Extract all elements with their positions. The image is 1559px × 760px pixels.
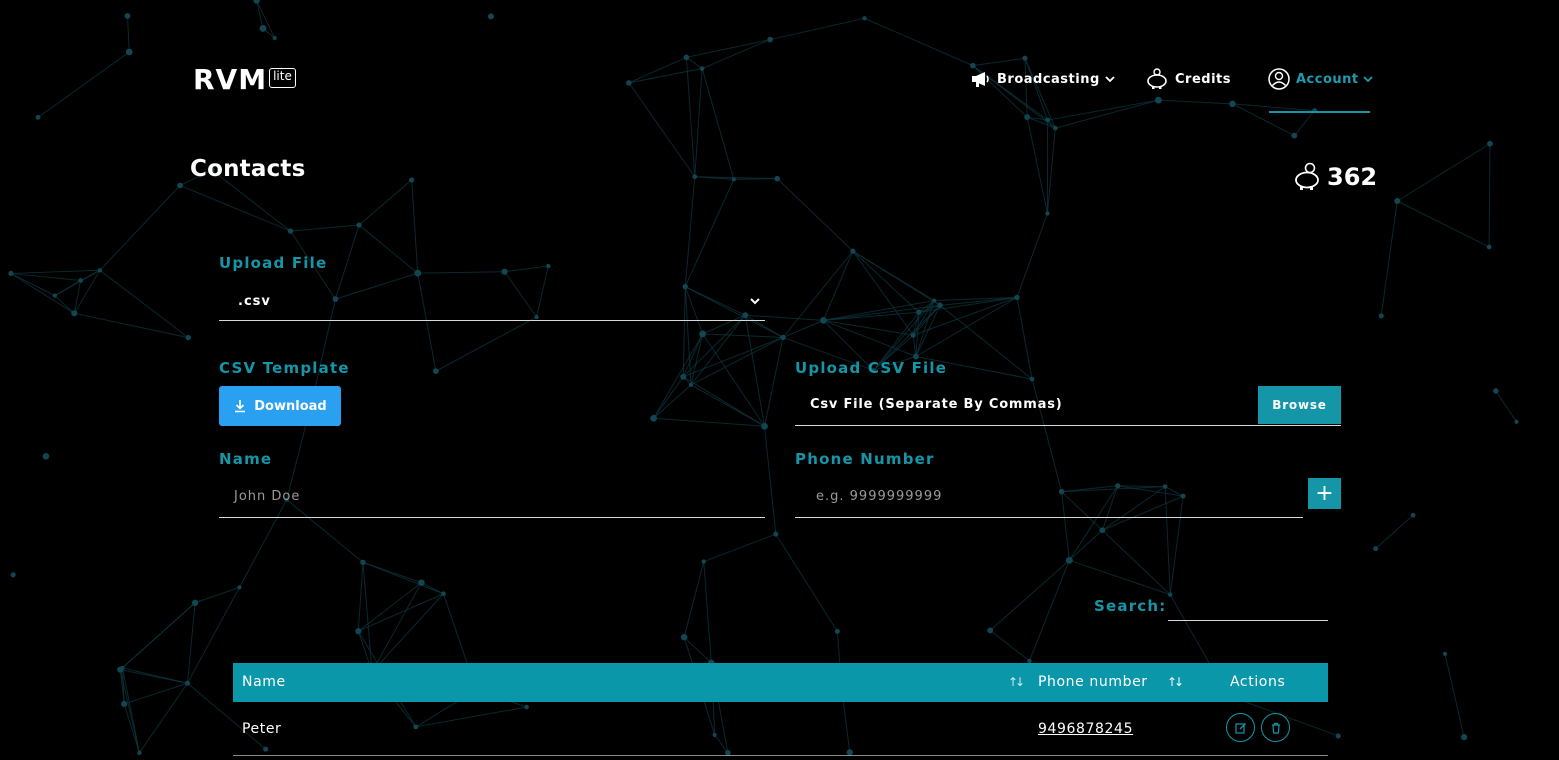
logo-text: RVM <box>193 63 268 96</box>
nav-account[interactable]: Account <box>1268 66 1374 92</box>
delete-button[interactable] <box>1261 713 1290 742</box>
search-label: Search: <box>1094 597 1167 615</box>
account-icon <box>1268 68 1290 90</box>
credit-balance: 362 <box>1293 162 1377 192</box>
csv-file-text: Csv File (Separate By Commas) <box>810 397 1063 412</box>
credit-balance-value: 362 <box>1327 163 1378 191</box>
sort-icon[interactable]: ↑↓ <box>1008 675 1025 689</box>
name-input[interactable]: John Doe <box>219 478 765 518</box>
piggy-bank-icon <box>1147 68 1167 89</box>
nav-active-indicator <box>1269 111 1370 113</box>
megaphone-icon <box>972 72 989 87</box>
search-input[interactable] <box>1168 590 1328 621</box>
table-row: Peter 9496878245 <box>233 703 1328 756</box>
edit-button[interactable] <box>1226 713 1255 742</box>
piggy-bank-icon <box>1295 162 1319 190</box>
download-icon <box>235 400 246 413</box>
csv-template-label: CSV Template <box>219 359 350 377</box>
column-phone[interactable]: Phone number <box>1038 674 1148 690</box>
chevron-down-icon <box>1363 76 1373 83</box>
add-contact-button[interactable]: + <box>1308 478 1341 509</box>
name-label: Name <box>219 450 273 468</box>
browse-button[interactable]: Browse <box>1258 386 1341 424</box>
column-name[interactable]: Name <box>242 674 286 690</box>
upload-file-label: Upload File <box>219 254 328 272</box>
upload-csv-label: Upload CSV File <box>795 359 948 377</box>
sort-icon[interactable]: ↑↓ <box>1167 675 1184 689</box>
phone-input[interactable]: e.g. 9999999999 <box>795 478 1303 518</box>
column-actions: Actions <box>1230 674 1286 690</box>
logo-badge: lite <box>269 68 296 88</box>
chevron-down-icon <box>750 298 760 305</box>
chevron-down-icon <box>1105 76 1115 83</box>
nav-broadcasting-label: Broadcasting <box>997 71 1100 87</box>
nav-credits[interactable]: Credits <box>1145 66 1231 92</box>
row-phone-link[interactable]: 9496878245 <box>1038 721 1133 737</box>
nav-broadcasting[interactable]: Broadcasting <box>971 66 1116 92</box>
upload-file-selected: .csv <box>238 294 271 309</box>
name-placeholder: John Doe <box>234 489 301 504</box>
table-header: Name ↑↓ Phone number ↑↓ Actions <box>233 663 1328 702</box>
phone-placeholder: e.g. 9999999999 <box>816 489 943 504</box>
nav-account-label: Account <box>1296 71 1359 87</box>
phone-label: Phone Number <box>795 450 935 468</box>
row-name: Peter <box>242 721 282 737</box>
rvm-logo[interactable]: RVM lite <box>193 66 296 94</box>
download-button-label: Download <box>254 398 327 414</box>
edit-icon <box>1234 722 1246 734</box>
download-button[interactable]: Download <box>219 386 341 426</box>
trash-icon <box>1271 722 1280 734</box>
upload-file-select[interactable]: .csv <box>219 285 765 321</box>
page-title: Contacts <box>190 156 306 182</box>
nav-credits-label: Credits <box>1175 71 1231 87</box>
